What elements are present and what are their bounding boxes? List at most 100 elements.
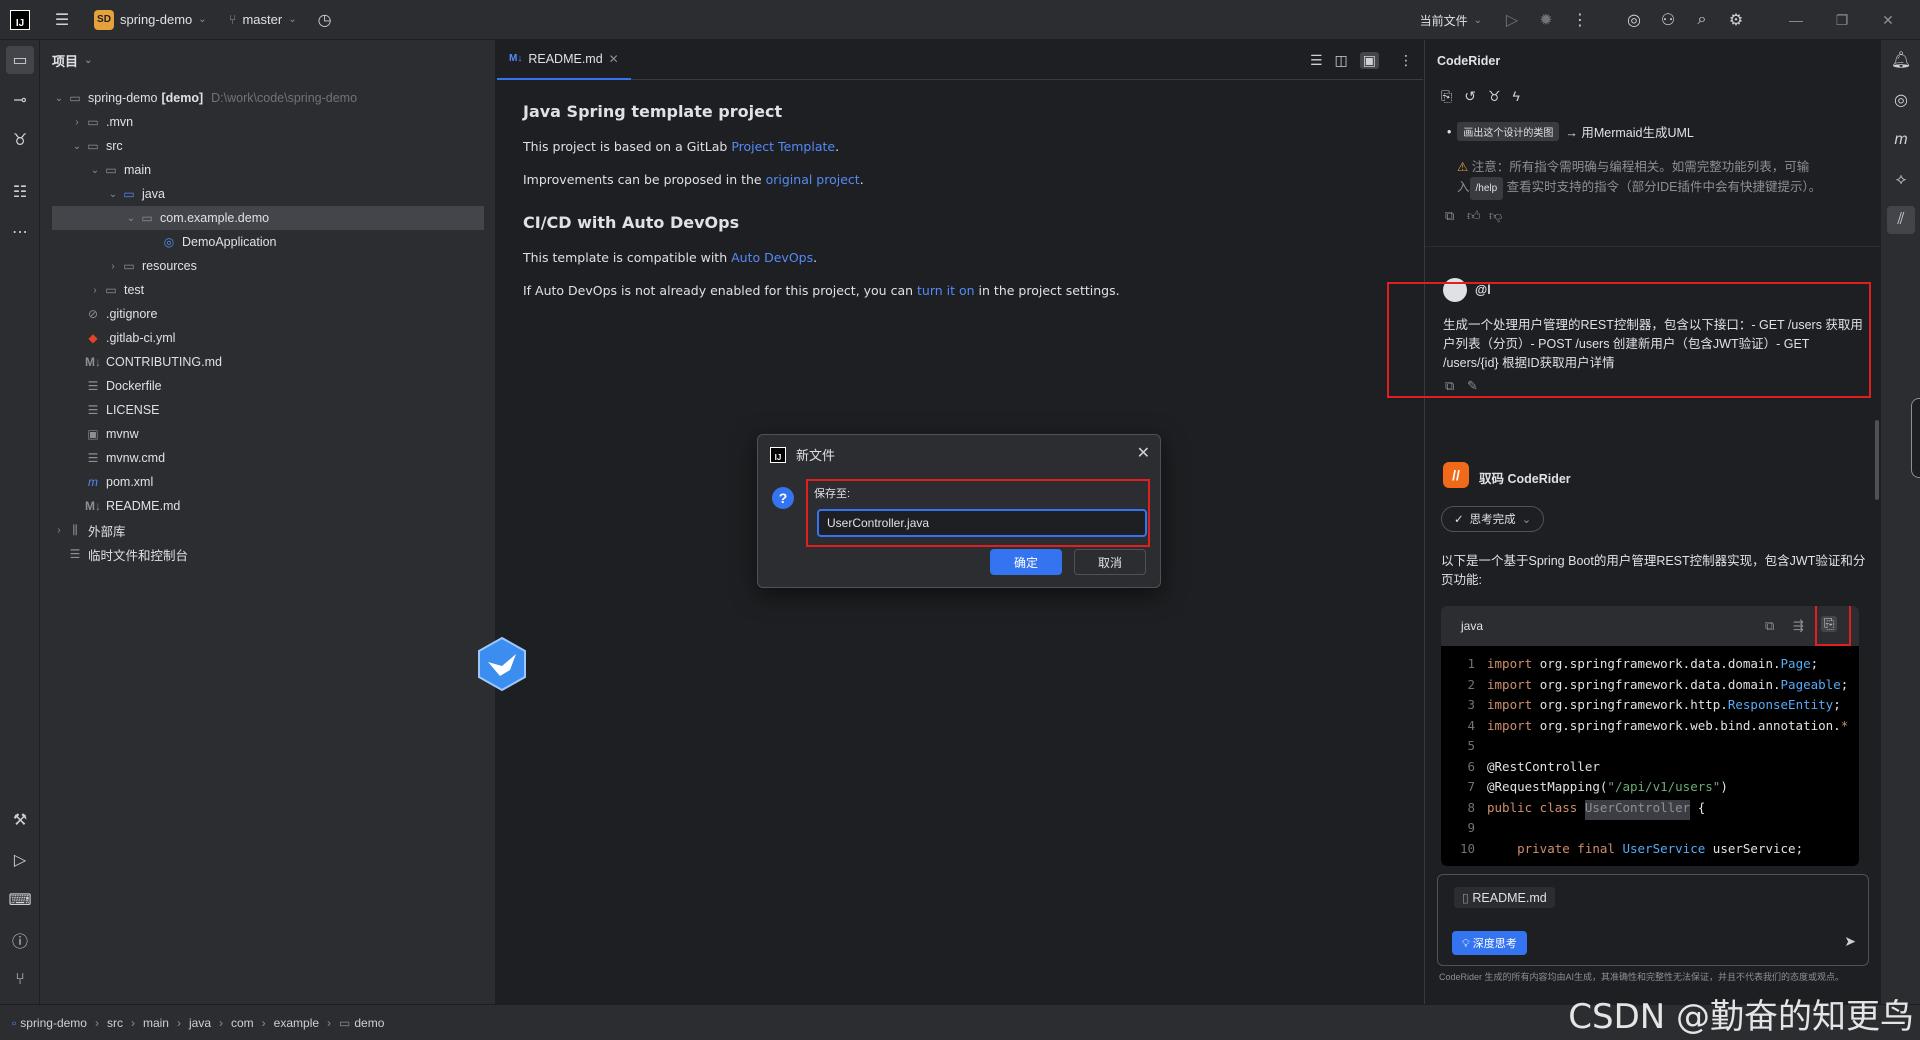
run-config-selector[interactable]: 当前文件 (1420, 12, 1468, 29)
agent-icon[interactable]: ♉ (1488, 88, 1501, 105)
app-logo[interactable]: IJ (10, 9, 30, 30)
tree-item[interactable]: ☰ LICENSE (84, 398, 160, 422)
branch-name: master (242, 12, 283, 27)
minimize-icon[interactable]: — (1776, 12, 1816, 28)
side-handle[interactable] (1911, 398, 1920, 478)
tree-item[interactable]: › ⫼ 外部库 (52, 518, 125, 542)
attached-file-chip[interactable]: ▯ README.md (1454, 887, 1555, 908)
project-switcher[interactable]: SD spring-demo ⌄ (86, 6, 215, 34)
breadcrumb-item[interactable]: example (274, 1016, 319, 1030)
tab-readme[interactable]: M↓ README.md ✕ (497, 40, 631, 80)
cancel-button[interactable]: 取消 (1074, 549, 1146, 575)
auto-devops-link[interactable]: Auto DevOps (731, 250, 813, 265)
insert-at-cursor-icon[interactable]: ⇶ (1793, 618, 1804, 634)
thumbs-down-icon[interactable]: 👎︎ (1489, 208, 1502, 224)
chat-icon[interactable]: ⎘ (1441, 88, 1452, 105)
pull-requests-icon[interactable]: ♉ (6, 126, 34, 154)
close-tab-icon[interactable]: ✕ (609, 52, 619, 66)
tree-item[interactable]: ⌄ ▭ main (88, 158, 151, 182)
tree-item[interactable]: M↓ README.md (84, 494, 180, 518)
git-icon[interactable]: ⑂ (6, 966, 34, 994)
send-icon[interactable]: ➤ (1844, 933, 1856, 950)
breadcrumb-item[interactable]: demo (354, 1016, 384, 1030)
tree-item[interactable]: ☰ Dockerfile (84, 374, 162, 398)
ok-button[interactable]: 确定 (990, 549, 1062, 575)
tree-item-selected[interactable]: ⌄ ▭ com.example.demo (52, 206, 484, 230)
breadcrumb-item[interactable]: spring-demo (20, 1016, 87, 1030)
package-icon: ▭ (141, 211, 153, 225)
build-icon[interactable]: ⚒ (6, 806, 34, 834)
run-icon[interactable]: ▷ (1498, 6, 1526, 34)
maximize-icon[interactable]: ❐ (1822, 12, 1862, 29)
think-status-pill[interactable]: ✓ 思考完成 ⌄ (1441, 506, 1545, 532)
split-view-icon[interactable]: ◫ (1335, 52, 1348, 69)
settings-gear-icon[interactable]: ⚙ (1722, 6, 1750, 34)
debug-icon[interactable]: ✹ (1532, 6, 1560, 34)
plugin-icon[interactable]: ⟡ (1887, 166, 1915, 194)
history-icon[interactable]: ◷ (311, 6, 339, 34)
copy-icon[interactable]: ⧉ (1765, 618, 1774, 634)
tree-item[interactable]: ◆ .gitlab-ci.yml (84, 326, 175, 350)
close-window-icon[interactable]: ✕ (1868, 12, 1908, 29)
code-line: 10 private final UserService userService… (1459, 840, 1804, 856)
project-panel-header[interactable]: 项目 ⌄ (40, 40, 495, 80)
turn-it-on-link[interactable]: turn it on (917, 283, 975, 298)
tree-item[interactable]: ☰ mvnw.cmd (84, 446, 165, 470)
vcs-branch-widget[interactable]: ⑂ master ⌄ (229, 12, 297, 27)
services-icon[interactable]: ▷ (6, 846, 34, 874)
more-actions-icon[interactable]: ⋮ (1399, 52, 1413, 69)
more-actions-icon[interactable]: ⋮ (1566, 6, 1594, 34)
command-chip[interactable]: 画出这个设计的类图 (1457, 122, 1560, 141)
tree-item[interactable]: ☰ 临时文件和控制台 (66, 542, 188, 566)
branch-icon: ⑂ (228, 12, 237, 27)
breadcrumb-item[interactable]: java (189, 1016, 211, 1030)
history-icon[interactable]: ↺ (1464, 88, 1476, 105)
lightning-icon[interactable]: ϟ (1513, 88, 1520, 105)
deep-think-button[interactable]: 💡︎ 深度思考 (1452, 931, 1527, 955)
original-project-link[interactable]: original project (766, 172, 860, 187)
chat-input-box[interactable]: ▯ README.md 💡︎ 深度思考 ➤ (1437, 874, 1869, 966)
structure-icon[interactable]: ☷ (6, 178, 34, 206)
tree-item[interactable]: ⌄ ▭ src (70, 134, 123, 158)
code-line: 9 (1467, 820, 1475, 835)
notifications-bell-icon[interactable]: 🔔︎ (1887, 46, 1915, 74)
tree-item[interactable]: ⌄ ▭ java (106, 182, 165, 206)
tree-item[interactable]: M↓ CONTRIBUTING.md (84, 350, 222, 374)
code-line: 6 @RestController (1467, 758, 1600, 774)
copy-icon[interactable]: ⧉ (1445, 208, 1454, 224)
problems-icon[interactable]: ⓘ (6, 926, 34, 954)
add-user-icon[interactable]: ⚇ (1654, 6, 1682, 34)
tree-item[interactable]: › ▭ test (88, 278, 144, 302)
project-badge: SD (94, 9, 114, 30)
project-template-link[interactable]: Project Template (731, 139, 835, 154)
project-view-icon[interactable]: ▭ (6, 46, 34, 74)
tree-item[interactable]: › ▭ resources (106, 254, 197, 278)
breadcrumb-item[interactable]: com (231, 1016, 254, 1030)
main-menu-icon[interactable]: ☰ (48, 6, 76, 34)
breadcrumb-item[interactable]: main (143, 1016, 169, 1030)
close-icon[interactable]: ✕ (1137, 443, 1150, 463)
breadcrumb-item[interactable]: src (107, 1016, 123, 1030)
more-tools-icon[interactable]: ⋯ (6, 218, 34, 246)
editor-only-icon[interactable]: ☰ (1310, 52, 1323, 69)
maven-icon[interactable]: m (1887, 126, 1915, 154)
markdown-file-icon: M↓ (509, 53, 523, 64)
search-icon[interactable]: ⌕ (1688, 6, 1716, 34)
terminal-icon[interactable]: ⌨ (6, 886, 34, 914)
floating-assistant-icon[interactable] (476, 636, 528, 692)
tree-item[interactable]: › ▭ .mvn (70, 110, 133, 134)
coderider-panel: CodeRider ⎘ ↺ ♉ ϟ • 画出这个设计的类图 → 用Mermaid… (1387, 40, 1881, 1004)
tree-item[interactable]: ◎ DemoApplication (160, 230, 277, 254)
coderider-icon[interactable]: ⫽ (1887, 206, 1915, 234)
chevron-right-icon: › (75, 116, 79, 128)
ai-chat-icon[interactable]: ◎ (1887, 86, 1915, 114)
thumbs-up-icon[interactable]: 👍︎ (1467, 208, 1481, 224)
scrollbar-thumb[interactable] (1875, 420, 1879, 500)
tree-item-root[interactable]: ⌄ ▭ spring-demo [demo] D:\work\code\spri… (52, 86, 357, 110)
tree-item[interactable]: ▣ mvnw (84, 422, 138, 446)
commit-icon[interactable]: ⊸ (6, 86, 34, 114)
ai-assistant-icon[interactable]: ◎ (1620, 6, 1648, 34)
tree-item[interactable]: m pom.xml (84, 470, 153, 494)
preview-only-icon[interactable]: ▣ (1359, 51, 1379, 69)
tree-item[interactable]: ⊘ .gitignore (84, 302, 157, 326)
